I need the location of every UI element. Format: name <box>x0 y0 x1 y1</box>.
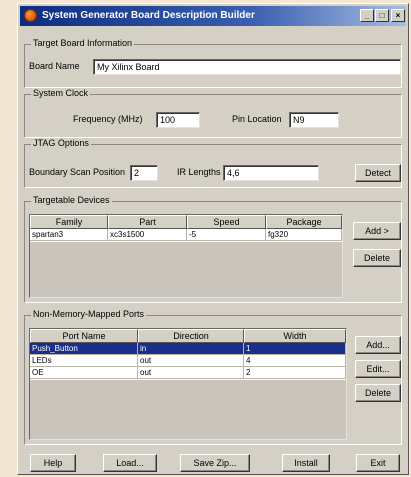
detect-button[interactable]: Detect <box>355 164 401 182</box>
add-port-button[interactable]: Add... <box>355 336 401 354</box>
ports-group-label: Non-Memory-Mapped Ports <box>31 309 147 319</box>
exit-button[interactable]: Exit <box>356 454 400 472</box>
target-board-group: Target Board Information Board Name My X… <box>24 38 402 88</box>
column-header-speed[interactable]: Speed <box>187 215 266 229</box>
devices-table-header: Family Part Speed Package <box>30 215 342 229</box>
cell-direction: out <box>138 355 244 367</box>
cell-port-name: OE <box>30 367 138 379</box>
column-header-direction[interactable]: Direction <box>138 329 244 343</box>
devices-table-empty-area <box>30 242 342 297</box>
board-builder-window: System Generator Board Description Build… <box>17 3 409 475</box>
ports-table-header: Port Name Direction Width <box>30 329 346 343</box>
column-header-family[interactable]: Family <box>30 215 108 229</box>
boundary-scan-field[interactable]: 2 <box>130 165 158 181</box>
install-button[interactable]: Install <box>282 454 330 472</box>
add-device-button[interactable]: Add > <box>353 222 401 240</box>
table-row[interactable]: OE out 2 <box>30 367 346 379</box>
maximize-button[interactable]: □ <box>375 9 389 22</box>
minimize-button[interactable]: _ <box>360 9 374 22</box>
devices-table[interactable]: Family Part Speed Package spartan3 xc3s1… <box>29 214 343 298</box>
ports-table[interactable]: Port Name Direction Width Push_Button in… <box>29 328 347 440</box>
boundary-scan-label: Boundary Scan Position <box>29 167 126 177</box>
cell-family: spartan3 <box>30 229 108 241</box>
ports-table-empty-area <box>30 380 346 439</box>
board-name-field[interactable]: My Xilinx Board <box>93 59 401 75</box>
cell-package: fg320 <box>266 229 342 241</box>
pin-location-field[interactable]: N9 <box>289 112 339 128</box>
cell-part: xc3s1500 <box>108 229 187 241</box>
cell-port-name: Push_Button <box>30 343 138 355</box>
jtag-options-group: JTAG Options Boundary Scan Position 2 IR… <box>24 138 402 188</box>
cell-width: 1 <box>244 343 346 355</box>
target-board-group-label: Target Board Information <box>31 38 135 48</box>
table-row-selected[interactable]: Push_Button in 1 <box>30 343 346 355</box>
jtag-group-label: JTAG Options <box>31 138 91 148</box>
delete-port-button[interactable]: Delete <box>355 384 401 402</box>
cell-width: 4 <box>244 355 346 367</box>
edit-port-button[interactable]: Edit... <box>355 360 401 378</box>
cell-direction: out <box>138 367 244 379</box>
cell-speed: -5 <box>187 229 266 241</box>
column-header-package[interactable]: Package <box>266 215 342 229</box>
pin-location-label: Pin Location <box>232 114 282 124</box>
system-clock-group: System Clock Frequency (MHz) 100 Pin Loc… <box>24 88 402 138</box>
cell-width: 2 <box>244 367 346 379</box>
column-header-part[interactable]: Part <box>108 215 187 229</box>
delete-device-button[interactable]: Delete <box>353 249 401 267</box>
ports-group: Non-Memory-Mapped Ports Port Name Direct… <box>24 309 402 445</box>
board-name-label: Board Name <box>29 61 80 71</box>
save-zip-button[interactable]: Save Zip... <box>180 454 250 472</box>
title-bar[interactable]: System Generator Board Description Build… <box>20 6 406 26</box>
table-row[interactable]: LEDs out 4 <box>30 355 346 367</box>
app-icon <box>24 9 37 22</box>
targetable-devices-group: Targetable Devices Family Part Speed Pac… <box>24 195 402 303</box>
frequency-field[interactable]: 100 <box>156 112 200 128</box>
ir-lengths-label: IR Lengths <box>177 167 221 177</box>
ir-lengths-field[interactable]: 4,6 <box>223 165 319 181</box>
close-button[interactable]: × <box>391 9 405 22</box>
cell-direction: in <box>138 343 244 355</box>
frequency-label: Frequency (MHz) <box>73 114 143 124</box>
system-clock-group-label: System Clock <box>31 88 91 98</box>
window-title: System Generator Board Description Build… <box>42 10 255 21</box>
help-button[interactable]: Help <box>30 454 76 472</box>
cell-port-name: LEDs <box>30 355 138 367</box>
load-button[interactable]: Load... <box>103 454 157 472</box>
table-row[interactable]: spartan3 xc3s1500 -5 fg320 <box>30 229 342 241</box>
targetable-devices-group-label: Targetable Devices <box>31 195 112 205</box>
column-header-width[interactable]: Width <box>244 329 346 343</box>
column-header-port-name[interactable]: Port Name <box>30 329 138 343</box>
